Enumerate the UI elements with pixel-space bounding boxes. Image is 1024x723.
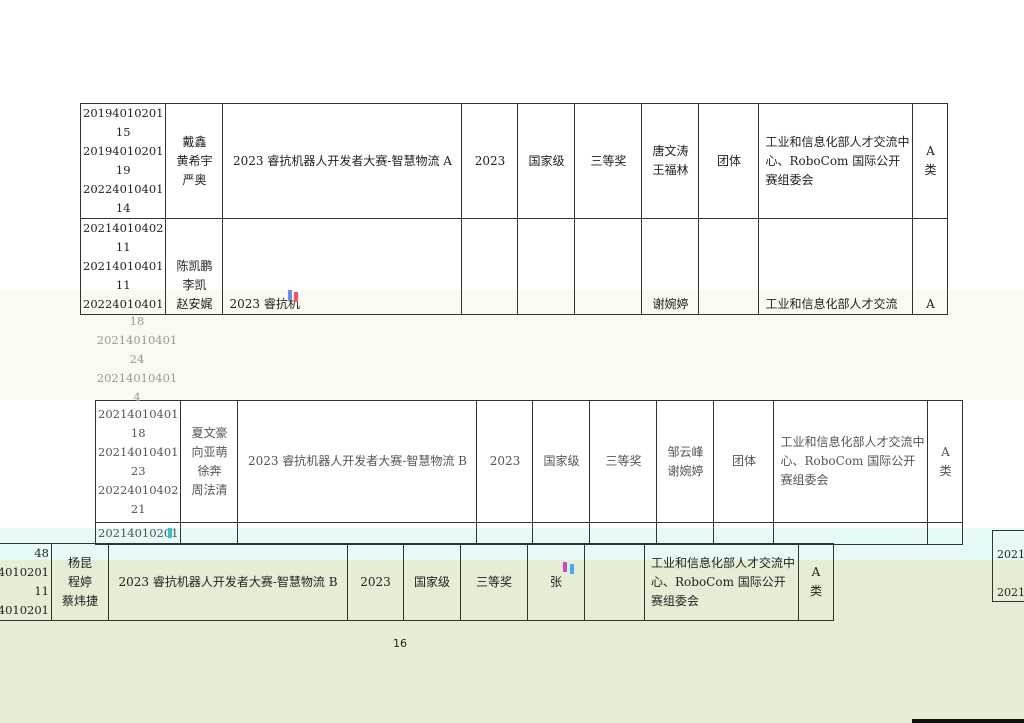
awards-table-upper: 20194010201 15 20194010201 19 2022401040… [79,103,949,315]
scan-artifact [288,290,292,300]
student-names: 戴鑫 黄希宇 严奥 [176,134,213,187]
award: 三等奖 [605,454,642,468]
student-names: 杨昆 程婷 蔡炜捷 [61,555,98,608]
student-ids: 20214010402 11 20214010401 11 2022401040… [83,221,164,311]
level: 国家级 [528,153,565,168]
organizer: 工业和信息化部人才交流中心、RoboCom 国际公开赛组委会 [765,134,910,187]
awards-table-middle: 20214010401 18 20214010401 23 2022401040… [94,400,964,545]
year-cell: 2023 [476,400,534,523]
organizer: 工业和信息化部人才交流中心、RoboCom 国际公开赛组委会 [780,435,925,487]
teachers: 张 [549,574,562,589]
student-ids-cell: 20214010402 11 20214010401 11 2022401040… [79,218,167,315]
type-cell: 团体 [713,400,775,523]
student-ids-cell: 20194010201 15 20194010201 19 2022401040… [79,103,167,219]
category: A 类 [924,144,937,177]
teachers: 邹云峰 谢婉婷 [667,444,704,478]
level: 国家级 [543,454,580,468]
edge-table-border [992,530,1024,602]
teachers-cell: 谢婉婷 [641,218,700,315]
table-row: 48 4010201 11 4010201 杨昆 程婷 蔡炜捷 2023 睿抗机… [0,543,834,621]
student-ids-cell: 20214010401 18 20214010401 23 2022401040… [94,400,182,523]
type: 团体 [731,454,756,468]
teachers-cell: 唐文涛 王福林 [641,103,700,219]
page-number: 16 [393,637,407,650]
student-ids-cell: 48 4010201 11 4010201 [0,543,52,621]
scan-artifact [294,292,298,302]
category: A 类 [809,565,822,598]
scan-artifact [168,528,172,538]
student-names-cell: 夏文豪 向亚萌 徐奔 周法清 [180,400,239,523]
student-ids: 20214010401 18 20214010401 23 2022401040… [98,406,179,516]
year-cell: 2023 [347,543,404,621]
table-row: 20194010201 15 20194010201 19 2022401040… [79,103,949,219]
year: 2023 [489,454,521,468]
category-cell: A 类 [798,543,834,621]
organizer: 工业和信息化部人才交流中心、RoboCom 国际公开赛组委会 [651,555,796,608]
category-cell: A [912,218,949,315]
organizer-cell: 工业和信息化部人才交流中心、RoboCom 国际公开赛组委会 [644,543,799,621]
year: 2023 [360,574,391,589]
awards-table-lower: 48 4010201 11 4010201 杨昆 程婷 蔡炜捷 2023 睿抗机… [0,543,834,621]
competition-cell: 2023 睿抗机器人开发者大赛-智慧物流 A [222,103,463,219]
organizer-cell: 工业和信息化部人才交流中心、RoboCom 国际公开赛组委会 [758,103,914,219]
teachers: 唐文涛 王福林 [652,144,689,177]
shifted-id-fragment: 18 20214010401 24 20214010401 4 [96,314,178,404]
student-names: 陈凯鹏 李凯 赵安娓 [176,259,213,311]
competition-name: 2023 睿抗机器人开发者大赛-智慧物流 B [118,574,338,589]
table-row: 20214010201 [94,522,964,545]
teachers-cell: 邹云峰 谢婉婷 [656,400,715,523]
category: A [926,297,935,311]
level-cell: 国家级 [403,543,461,621]
award: 三等奖 [590,153,627,168]
type-cell: 团体 [698,103,760,219]
student-ids: 20214010201 [98,526,179,540]
level-cell: 国家级 [532,400,591,523]
award-cell: 三等奖 [574,103,643,219]
competition-cell: 2023 睿抗机 [222,218,463,315]
award-cell: 三等奖 [589,400,658,523]
organizer-cell: 工业和信息化部人才交流 [758,218,914,315]
category-cell: A 类 [927,400,964,523]
scan-artifact [563,562,567,572]
student-names: 夏文豪 向亚萌 徐奔 周法清 [191,425,228,497]
student-names-cell: 戴鑫 黄希宇 严奥 [165,103,224,219]
year: 2023 [474,153,506,168]
organizer-cell: 工业和信息化部人才交流中心、RoboCom 国际公开赛组委会 [773,400,929,523]
bottom-rule [912,719,1024,723]
competition-name: 2023 睿抗机器人开发者大赛-智慧物流 B [247,454,467,468]
student-ids: 20194010201 15 20194010201 19 2022401040… [83,106,164,215]
award-cell [574,218,643,315]
category: A 类 [939,444,952,478]
year-cell: 2023 [461,103,519,219]
award: 三等奖 [475,574,512,589]
student-names-cell: 陈凯鹏 李凯 赵安娓 [165,218,224,315]
teachers: 谢婉婷 [652,297,689,311]
type: 团体 [716,153,741,168]
student-names-cell: 杨昆 程婷 蔡炜捷 [51,543,109,621]
level-cell: 国家级 [517,103,576,219]
scan-artifact [570,564,574,574]
level-cell [517,218,576,315]
table-row: 20214010402 11 20214010401 11 2022401040… [79,218,949,315]
type-cell [584,543,645,621]
competition-cell: 2023 睿抗机器人开发者大赛-智慧物流 B [108,543,348,621]
type-cell [698,218,760,315]
category-cell: A 类 [912,103,949,219]
organizer: 工业和信息化部人才交流 [765,297,898,311]
level: 国家级 [413,574,450,589]
year-cell [461,218,519,315]
student-ids: 48 4010201 11 4010201 [0,546,49,617]
teachers-cell: 张 [527,543,585,621]
table-row: 20214010401 18 20214010401 23 2022401040… [94,400,964,523]
award-cell: 三等奖 [460,543,528,621]
competition-name: 2023 睿抗机器人开发者大赛-智慧物流 A [233,153,452,168]
competition-cell: 2023 睿抗机器人开发者大赛-智慧物流 B [237,400,478,523]
